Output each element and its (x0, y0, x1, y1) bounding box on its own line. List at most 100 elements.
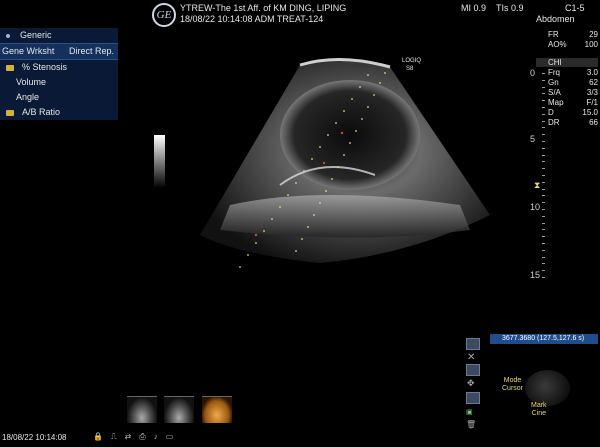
depth-tick (542, 263, 545, 265)
trash-icon[interactable]: 🗑 (466, 420, 476, 429)
depth-tick (542, 256, 545, 258)
depth-tick (542, 175, 545, 176)
param-value: 3/3 (586, 88, 598, 97)
sound-icon: ♪ (153, 432, 158, 441)
thumbnail-1[interactable] (127, 396, 157, 423)
param-value: 29 (589, 30, 598, 39)
depth-tick (542, 127, 545, 129)
depth-tick (542, 209, 545, 210)
folder-icon (6, 109, 14, 116)
param-key: AO% (548, 40, 567, 49)
thumbnail-3[interactable] (201, 396, 232, 423)
logiq-label: LOGIQ (402, 58, 421, 64)
footer-timestamp: 18/08/22 10:14:08 (2, 433, 67, 442)
depth-tick (542, 147, 545, 149)
trackball-label-mark: Mark (531, 402, 547, 409)
chi-params: Frq 3.0 Gn 62 S/A 3/3 Map F/1 D 15.0 DR 66 (548, 68, 598, 128)
param-key: FR (548, 30, 559, 39)
depth-tick (542, 195, 545, 197)
worksheet-tabs: Gene Wrksht Direct Rep. (0, 43, 118, 60)
depth-label-5: 5 (530, 134, 536, 144)
menu-item-angle[interactable]: Angle (0, 90, 118, 105)
menu-item-stenosis[interactable]: % Stenosis (0, 60, 118, 75)
trackball-label-cine: Cine (531, 410, 546, 417)
menu-item-label: Angle (16, 92, 40, 102)
param-dr: DR 66 (548, 118, 598, 128)
param-d: D 15.0 (548, 108, 598, 118)
measurement-menu: Generic Gene Wrksht Direct Rep. % Stenos… (0, 28, 118, 120)
preset-name: Abdomen (536, 14, 575, 24)
printer-icon: ⎙ (139, 432, 146, 441)
depth-tick (542, 229, 545, 231)
depth-tick (542, 181, 545, 183)
menu-item-volume[interactable]: Volume (0, 75, 118, 90)
cine-frame-indicator: 3677.3680 (127.5,127.6 s) (490, 334, 598, 344)
param-value: 100 (584, 40, 598, 49)
network-icon: ⇄ (124, 432, 132, 441)
trackball-mode-cursor[interactable]: Mode Cursor (502, 377, 523, 393)
depth-label-15: 15 (530, 270, 541, 280)
param-fr: FR 29 (548, 30, 598, 40)
depth-tick (542, 73, 545, 74)
param-ao: AO% 100 (548, 40, 598, 50)
param-map: Map F/1 (548, 98, 598, 108)
depth-tick (542, 113, 545, 115)
focus-marker-icon[interactable]: ⧗ (534, 180, 540, 191)
move-icon[interactable]: ✥ (467, 378, 475, 389)
body-mark-icon[interactable] (466, 392, 480, 404)
param-sa: S/A 3/3 (548, 88, 598, 98)
header-patient-line: YTREW-The 1st Aff. of KM DING, LIPING (180, 3, 347, 13)
menu-item-label: A/B Ratio (22, 107, 61, 117)
menu-item-ab-ratio[interactable]: A/B Ratio (0, 105, 118, 120)
menu-item-label: Volume (16, 77, 47, 87)
thumbnail-2[interactable] (164, 396, 195, 423)
depth-tick (542, 215, 545, 217)
trackball-label-mode: Mode (503, 377, 522, 384)
folder-icon (6, 64, 14, 71)
depth-tick (542, 249, 545, 251)
depth-tick (542, 222, 545, 224)
probe-icon[interactable] (466, 364, 480, 376)
depth-tick (542, 270, 545, 272)
menu-title-generic[interactable]: Generic (0, 28, 118, 43)
menu-title-label: Generic (20, 30, 52, 40)
param-value: 66 (589, 118, 598, 127)
cross-icon[interactable]: ✕ (467, 352, 475, 363)
bullet-icon (6, 33, 10, 38)
depth-tick (542, 120, 545, 122)
depth-label-10: 10 (530, 202, 541, 212)
depth-tick (542, 86, 545, 88)
depth-tick (542, 188, 545, 190)
param-value: 15.0 (582, 108, 598, 117)
depth-tick (542, 79, 545, 81)
trackball-label-cursor: Cursor (502, 385, 524, 392)
depth-scale: 0 5 10 15 (530, 60, 552, 290)
depth-tick (542, 100, 545, 102)
param-value: 3.0 (586, 68, 598, 77)
tab-direct-rep[interactable]: Direct Rep. (69, 44, 114, 59)
depth-tick (542, 168, 545, 170)
depth-tick (542, 93, 545, 95)
frame-params: FR 29 AO% 100 (548, 30, 598, 50)
depth-tick (542, 243, 545, 244)
model-label: S8 (406, 66, 414, 72)
depth-tick (542, 154, 545, 156)
trackball-icon[interactable] (525, 370, 570, 406)
image-store-icon[interactable] (466, 338, 480, 350)
param-frq: Frq 3.0 (548, 68, 598, 78)
menu-item-label: % Stenosis (22, 62, 68, 72)
print-icon[interactable]: ▣ (466, 408, 473, 416)
depth-tick (542, 202, 545, 204)
clipboard-thumbnails (127, 396, 235, 428)
depth-tick (542, 141, 545, 142)
disk-icon: ▭ (165, 432, 174, 441)
mechanical-index: MI 0.9 (461, 3, 487, 13)
thermal-index: TIs 0.9 (496, 3, 524, 13)
tab-gene-wrksht[interactable]: Gene Wrksht (2, 44, 54, 59)
depth-tick (542, 236, 545, 238)
param-value: F/1 (586, 98, 598, 107)
param-gn: Gn 62 (548, 78, 598, 88)
probe-name: C1-5 (565, 3, 585, 13)
ultrasound-image[interactable]: LOGIQ S8 (160, 45, 520, 290)
trackball-mark-cine[interactable]: Mark Cine (531, 402, 547, 418)
